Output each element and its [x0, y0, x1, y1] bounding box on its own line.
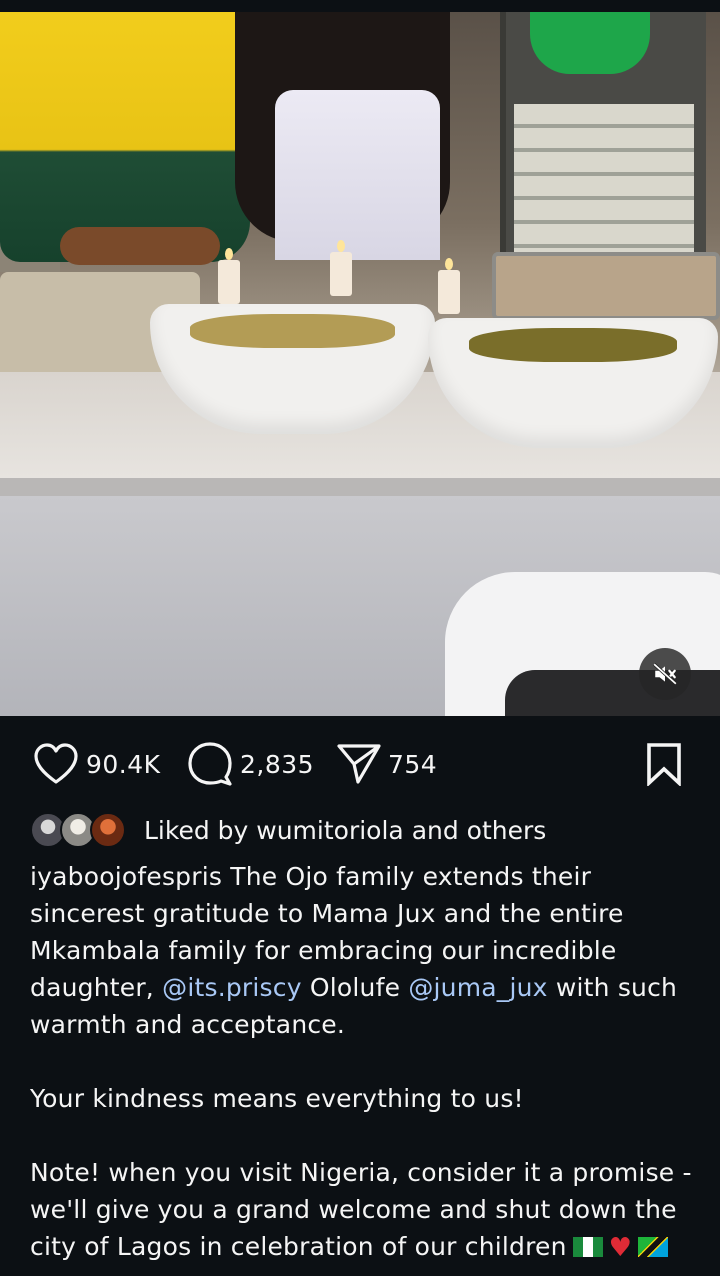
- caption-text: Ololufe: [309, 973, 401, 1002]
- post-caption: iyaboojofespris The Ojo family extends t…: [30, 858, 700, 1267]
- photo-candle: [330, 240, 352, 296]
- photo-food-tray-right: [492, 252, 720, 320]
- photo-arm: [60, 227, 220, 265]
- tanzania-flag-icon: [638, 1237, 669, 1257]
- post-action-bar: 90.4K 2,835 754: [0, 734, 720, 794]
- photo-person-green-yellow: [0, 12, 250, 262]
- share-button[interactable]: 754: [336, 734, 437, 794]
- share-count: 754: [388, 749, 438, 779]
- like-count: 90.4K: [86, 749, 161, 779]
- heart-icon: [34, 743, 78, 784]
- like-button[interactable]: 90.4K: [32, 734, 161, 794]
- photo-plant: [530, 12, 650, 74]
- mute-button[interactable]: [639, 648, 691, 700]
- volume-muted-icon: [653, 663, 677, 685]
- liker-avatars: [30, 810, 130, 850]
- nigeria-flag-icon: [572, 1237, 603, 1257]
- save-button[interactable]: [644, 734, 684, 794]
- photo-person-white-dress: [275, 90, 440, 260]
- photo-candle: [438, 258, 460, 314]
- bookmark-icon: [647, 743, 681, 786]
- photo-candle: [218, 248, 240, 304]
- liked-by-row[interactable]: Liked by wumitoriola and others: [30, 806, 546, 854]
- mention-link[interactable]: @juma_jux: [408, 973, 547, 1002]
- paper-plane-icon: [337, 744, 381, 784]
- mention-link[interactable]: @its.priscy: [162, 973, 302, 1002]
- comment-count: 2,835: [240, 749, 315, 779]
- red-heart-icon: ♥: [608, 1233, 633, 1263]
- avatar: [90, 812, 126, 848]
- photo-counter-edge: [0, 478, 720, 496]
- caption-username[interactable]: iyaboojofespris: [30, 862, 222, 891]
- liked-by-text: Liked by wumitoriola and others: [144, 815, 547, 845]
- post-media-video[interactable]: [0, 12, 720, 716]
- caption-paragraph-2: Your kindness means everything to us!: [30, 1084, 524, 1113]
- caption-paragraph-1: iyaboojofespris The Ojo family extends t…: [30, 858, 700, 1043]
- top-bar: [0, 0, 720, 12]
- comment-bubble-icon: [188, 742, 232, 786]
- comment-button[interactable]: 2,835: [186, 734, 314, 794]
- caption-paragraph-3: Note! when you visit Nigeria, consider i…: [30, 1154, 700, 1267]
